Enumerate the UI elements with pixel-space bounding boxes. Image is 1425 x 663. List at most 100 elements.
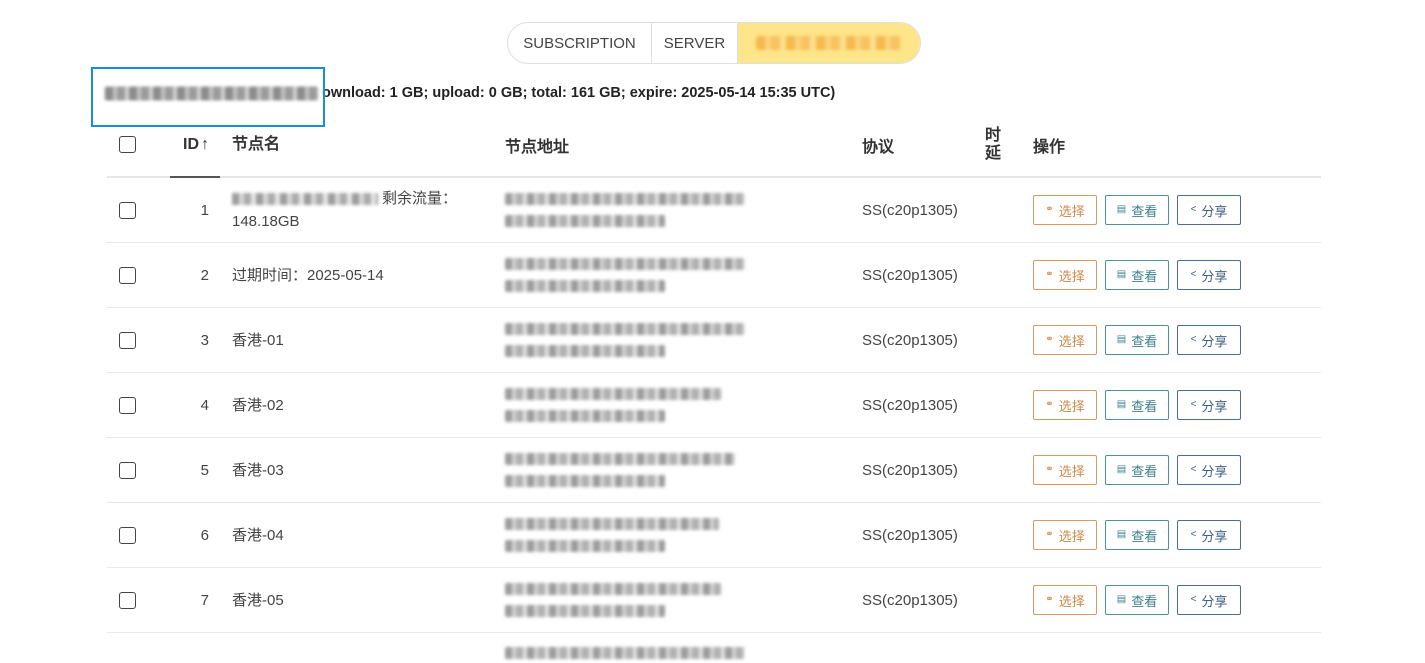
share-button[interactable]: < 分享	[1177, 325, 1241, 355]
node-latency	[981, 568, 1005, 632]
node-name-cell: 过期时间：2025-05-14	[232, 243, 492, 307]
row-actions: ⚭ 选择 ▤ 查看 < 分享	[1033, 243, 1241, 307]
share-button[interactable]: < 分享	[1177, 520, 1241, 550]
node-name: 香港-02	[232, 396, 284, 414]
select-button[interactable]: ⚭ 选择	[1033, 455, 1097, 485]
node-id: 5	[200, 461, 209, 479]
share-button[interactable]: < 分享	[1177, 195, 1241, 225]
tab-server[interactable]: SERVER	[652, 23, 738, 63]
select-button[interactable]: ⚭ 选择	[1033, 520, 1097, 550]
subscription-info: ownload: 1 GB; upload: 0 GB; total: 161 …	[106, 84, 835, 102]
row-checkbox[interactable]	[119, 526, 136, 544]
share-icon: <	[1190, 594, 1197, 605]
select-label: 选择	[1058, 203, 1085, 219]
redacted-address	[505, 193, 745, 227]
share-button[interactable]: < 分享	[1177, 585, 1241, 615]
redacted-address	[505, 388, 721, 422]
column-header-id[interactable]: ID ↑	[167, 113, 209, 176]
node-address	[505, 503, 745, 567]
node-protocol: SS(c20p1305)	[862, 201, 958, 219]
node-id: 2	[200, 266, 209, 284]
node-latency	[981, 438, 1005, 502]
document-icon: ▤	[1116, 594, 1127, 605]
view-label: 查看	[1131, 268, 1158, 284]
row-actions: ⚭ 选择 ▤ 查看 < 分享	[1033, 178, 1241, 242]
select-label: 选择	[1058, 268, 1085, 284]
view-button[interactable]: ▤ 查看	[1105, 585, 1169, 615]
tab-subscription[interactable]: SUBSCRIPTION	[508, 23, 652, 63]
table-row: 2 过期时间：2025-05-14 SS(c20p1305) ⚭ 选择 ▤ 查看	[107, 243, 1321, 308]
share-icon: <	[1190, 334, 1197, 345]
share-label: 分享	[1201, 203, 1228, 219]
node-latency	[981, 373, 1005, 437]
row-checkbox[interactable]	[119, 201, 136, 219]
select-button[interactable]: ⚭ 选择	[1033, 585, 1097, 615]
node-protocol: SS(c20p1305)	[862, 526, 958, 544]
node-name-cell: 香港-01	[232, 308, 492, 372]
select-button[interactable]: ⚭ 选择	[1033, 325, 1097, 355]
select-label: 选择	[1058, 593, 1085, 609]
view-button[interactable]: ▤ 查看	[1105, 195, 1169, 225]
row-checkbox[interactable]	[119, 461, 136, 479]
tab-active-profile[interactable]	[738, 23, 920, 63]
view-button[interactable]: ▤ 查看	[1105, 520, 1169, 550]
select-button[interactable]: ⚭ 选择	[1033, 390, 1097, 420]
node-table: ID ↑ 节点名 节点地址 协议 时延 操作 1 剩余流量：148.18GB S…	[107, 113, 1321, 663]
link-icon: ⚭	[1045, 334, 1054, 345]
row-actions: ⚭ 选择 ▤ 查看 < 分享	[1033, 438, 1241, 502]
document-icon: ▤	[1116, 399, 1127, 410]
node-protocol: SS(c20p1305)	[862, 461, 958, 479]
redacted-address	[505, 258, 745, 292]
view-label: 查看	[1131, 593, 1158, 609]
share-icon: <	[1190, 464, 1197, 475]
share-button[interactable]: < 分享	[1177, 455, 1241, 485]
select-label: 选择	[1058, 398, 1085, 414]
select-button[interactable]: ⚭ 选择	[1033, 195, 1097, 225]
id-header-label: ID	[183, 135, 199, 153]
node-protocol: SS(c20p1305)	[862, 396, 958, 414]
node-name: 香港-01	[232, 331, 284, 349]
link-icon: ⚭	[1045, 594, 1054, 605]
link-icon: ⚭	[1045, 399, 1054, 410]
share-label: 分享	[1201, 398, 1228, 414]
node-latency	[981, 243, 1005, 307]
share-button[interactable]: < 分享	[1177, 260, 1241, 290]
row-checkbox[interactable]	[119, 266, 136, 284]
share-label: 分享	[1201, 333, 1228, 349]
share-button[interactable]: < 分享	[1177, 390, 1241, 420]
redacted-address	[505, 647, 745, 659]
table-row: 5 香港-03 SS(c20p1305) ⚭ 选择 ▤ 查看 < 分享	[107, 438, 1321, 503]
redacted-address	[505, 583, 721, 617]
row-checkbox[interactable]	[119, 331, 136, 349]
view-button[interactable]: ▤ 查看	[1105, 325, 1169, 355]
row-actions: ⚭ 选择 ▤ 查看 < 分享	[1033, 373, 1241, 437]
select-label: 选择	[1058, 528, 1085, 544]
node-id: 7	[200, 591, 209, 609]
node-protocol: SS(c20p1305)	[862, 331, 958, 349]
share-label: 分享	[1201, 528, 1228, 544]
select-all-checkbox[interactable]	[119, 136, 136, 153]
node-name: 香港-04	[232, 526, 284, 544]
table-row: 1 剩余流量：148.18GB SS(c20p1305) ⚭ 选择 ▤ 查看 <…	[107, 178, 1321, 243]
subscription-stats: ownload: 1 GB; upload: 0 GB; total: 161 …	[322, 85, 836, 101]
node-name: 香港-05	[232, 591, 284, 609]
select-label: 选择	[1058, 463, 1085, 479]
view-switcher: SUBSCRIPTION SERVER	[507, 22, 921, 64]
view-button[interactable]: ▤ 查看	[1105, 260, 1169, 290]
row-checkbox[interactable]	[119, 396, 136, 414]
node-address	[505, 243, 745, 307]
node-latency	[981, 178, 1005, 242]
view-button[interactable]: ▤ 查看	[1105, 455, 1169, 485]
node-address	[505, 568, 745, 632]
share-icon: <	[1190, 269, 1197, 280]
view-button[interactable]: ▤ 查看	[1105, 390, 1169, 420]
node-latency	[981, 503, 1005, 567]
redacted-subscription-name	[106, 86, 318, 100]
node-address	[505, 308, 745, 372]
view-label: 查看	[1131, 333, 1158, 349]
view-label: 查看	[1131, 463, 1158, 479]
row-checkbox[interactable]	[119, 591, 136, 609]
column-header-protocol: 协议	[862, 138, 895, 156]
select-button[interactable]: ⚭ 选择	[1033, 260, 1097, 290]
share-label: 分享	[1201, 463, 1228, 479]
